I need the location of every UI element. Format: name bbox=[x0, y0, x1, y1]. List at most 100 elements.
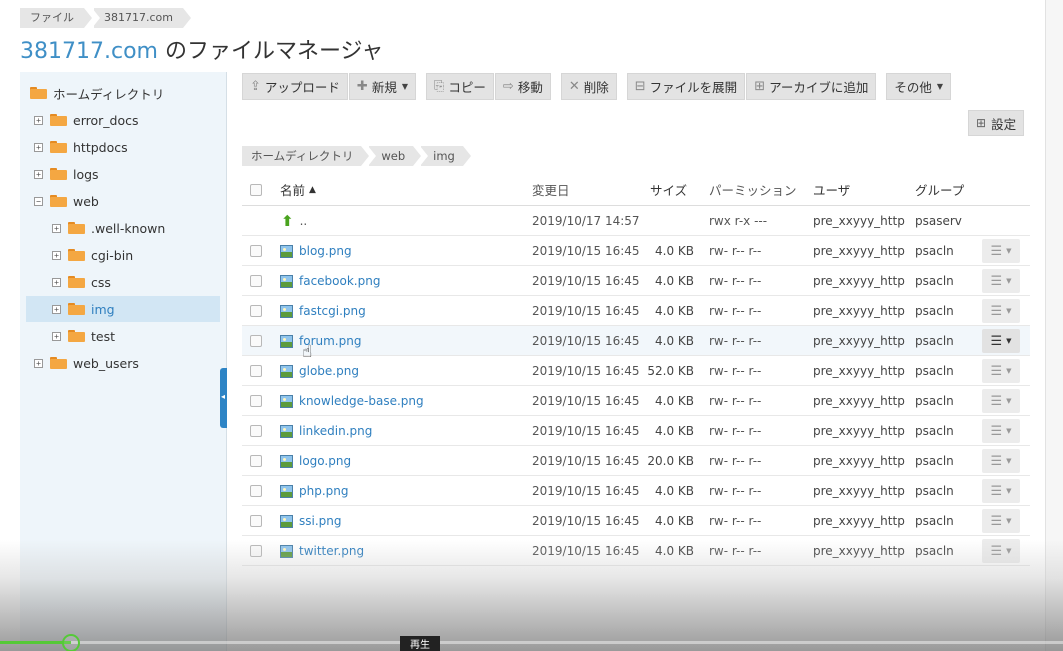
settings-button[interactable]: ⊞ 設定 bbox=[968, 110, 1025, 136]
page-title-domain[interactable]: 381717.com bbox=[20, 39, 158, 64]
row-menu-button[interactable]: ☰ ▼ bbox=[982, 539, 1020, 563]
upload-button[interactable]: ⇪ アップロード bbox=[242, 73, 348, 100]
column-size[interactable]: サイズ bbox=[650, 175, 687, 206]
tree-item-error-docs[interactable]: + error_docs bbox=[34, 107, 138, 133]
delete-button[interactable]: ✕ 削除 bbox=[560, 73, 617, 100]
file-name-link[interactable]: php.png bbox=[299, 476, 349, 506]
sidebar-collapse-handle[interactable]: ◂ bbox=[220, 368, 227, 428]
file-row[interactable]: ssi.png 2019/10/15 16:45 4.0 KB rw- r-- r--… bbox=[242, 506, 1030, 536]
file-name-link[interactable]: linkedin.png bbox=[299, 416, 372, 446]
select-all-checkbox[interactable] bbox=[250, 184, 262, 196]
tree-item-web-users[interactable]: + web_users bbox=[34, 350, 139, 376]
file-row[interactable]: facebook.png 2019/10/15 16:45 4.0 KB rw- r-… bbox=[242, 266, 1030, 296]
tree-item-css[interactable]: + css bbox=[52, 269, 111, 295]
path-home[interactable]: ホームディレクトリ bbox=[242, 146, 370, 166]
file-name-link[interactable]: twitter.png bbox=[299, 536, 364, 566]
file-row[interactable]: knowledge-base.png 2019/10/15 16:45 4.0 KB… bbox=[242, 386, 1030, 416]
column-group[interactable]: グループ bbox=[915, 175, 964, 206]
archive-button[interactable]: ⊞ アーカイブに追加 bbox=[746, 73, 877, 100]
parent-directory-row[interactable]: ⬆.. 2019/10/17 14:57 rwx r-x --- pre_xxy… bbox=[242, 206, 1030, 236]
file-row[interactable]: php.png 2019/10/15 16:45 4.0 KB rw- r-- r--… bbox=[242, 476, 1030, 506]
file-row[interactable]: blog.png 2019/10/15 16:45 4.0 KB rw- r-- r-… bbox=[242, 236, 1030, 266]
row-menu-button[interactable]: ☰ ▼ bbox=[982, 419, 1020, 443]
row-menu-button[interactable]: ☰ ▼ bbox=[982, 479, 1020, 503]
row-checkbox[interactable] bbox=[250, 305, 262, 317]
row-menu-button[interactable]: ☰ ▼ bbox=[982, 359, 1020, 383]
column-name[interactable]: 名前 ▲ bbox=[280, 175, 316, 206]
tree-item-img[interactable]: + img bbox=[26, 296, 220, 322]
copy-button[interactable]: ⎘ コピー bbox=[426, 73, 494, 100]
row-menu-button[interactable]: ☰ ▼ bbox=[982, 509, 1020, 533]
modified-date: 2019/10/15 16:45 bbox=[532, 304, 640, 318]
row-checkbox[interactable] bbox=[250, 455, 262, 467]
group: psaserv bbox=[915, 214, 962, 228]
row-menu-button[interactable]: ☰ ▼ bbox=[982, 269, 1020, 293]
file-row[interactable]: globe.png 2019/10/15 16:45 52.0 KB rw- r-- … bbox=[242, 356, 1030, 386]
row-checkbox[interactable] bbox=[250, 275, 262, 287]
column-permissions[interactable]: パーミッション bbox=[709, 175, 797, 206]
file-name-cell: forum.png bbox=[280, 326, 361, 356]
column-user[interactable]: ユーザ bbox=[813, 175, 850, 206]
expand-icon[interactable]: + bbox=[34, 169, 43, 179]
column-date[interactable]: 変更日 bbox=[532, 175, 570, 206]
video-progress-knob[interactable] bbox=[62, 634, 80, 651]
row-checkbox[interactable] bbox=[250, 395, 262, 407]
file-name-link[interactable]: logo.png bbox=[299, 446, 351, 476]
video-progress-track[interactable] bbox=[0, 641, 1063, 644]
more-button[interactable]: その他 ▼ bbox=[886, 73, 952, 100]
permissions: rw- r-- r-- bbox=[709, 544, 762, 558]
file-row[interactable]: fastcgi.png 2019/10/15 16:45 4.0 KB rw- r--… bbox=[242, 296, 1030, 326]
tree-item-web[interactable]: − web bbox=[34, 188, 99, 214]
collapse-icon[interactable]: − bbox=[34, 196, 43, 206]
tree-item-httpdocs[interactable]: + httpdocs bbox=[34, 134, 128, 160]
path-img[interactable]: img bbox=[420, 146, 471, 166]
permissions: rwx r-x --- bbox=[709, 214, 768, 228]
upload-label: アップロード bbox=[264, 80, 340, 95]
extract-button[interactable]: ⊟ ファイルを展開 bbox=[626, 73, 746, 100]
file-row[interactable]: forum.png 2019/10/15 16:45 4.0 KB rw- r-- r… bbox=[242, 326, 1030, 356]
file-name-link[interactable]: ssi.png bbox=[299, 506, 342, 536]
expand-icon[interactable]: + bbox=[52, 277, 61, 287]
row-menu-button[interactable]: ☰ ▼ bbox=[982, 389, 1020, 413]
top-breadcrumb-files[interactable]: ファイル bbox=[20, 8, 92, 28]
tree-item-wellknown[interactable]: + .well-known bbox=[52, 215, 165, 241]
expand-icon[interactable]: + bbox=[52, 331, 61, 341]
video-progress-fill bbox=[0, 641, 72, 644]
row-checkbox[interactable] bbox=[250, 425, 262, 437]
row-checkbox[interactable] bbox=[250, 515, 262, 527]
row-checkbox[interactable] bbox=[250, 365, 262, 377]
tree-item-label: img bbox=[91, 301, 115, 317]
file-row[interactable]: twitter.png 2019/10/15 16:45 4.0 KB rw- r--… bbox=[242, 536, 1030, 566]
row-checkbox[interactable] bbox=[250, 335, 262, 347]
row-checkbox[interactable] bbox=[250, 545, 262, 557]
row-menu-button[interactable]: ☰ ▼ bbox=[982, 239, 1020, 263]
path-web[interactable]: web bbox=[368, 146, 421, 166]
file-name-link[interactable]: fastcgi.png bbox=[299, 296, 366, 326]
expand-icon[interactable]: + bbox=[34, 358, 43, 368]
top-breadcrumb-domain[interactable]: 381717.com bbox=[92, 8, 191, 28]
file-name-link[interactable]: knowledge-base.png bbox=[299, 386, 424, 416]
file-row[interactable]: logo.png 2019/10/15 16:45 20.0 KB rw- r-- r… bbox=[242, 446, 1030, 476]
row-checkbox[interactable] bbox=[250, 245, 262, 257]
new-button[interactable]: ✚ 新規 ▼ bbox=[348, 73, 416, 100]
tree-item-cgibin[interactable]: + cgi-bin bbox=[52, 242, 133, 268]
expand-icon[interactable]: + bbox=[52, 250, 61, 260]
expand-icon[interactable]: + bbox=[34, 115, 43, 125]
tree-item-logs[interactable]: + logs bbox=[34, 161, 99, 187]
row-menu-button[interactable]: ☰ ▼ bbox=[982, 329, 1020, 353]
move-button[interactable]: ⇨ 移動 bbox=[494, 73, 551, 100]
tree-item-home[interactable]: ホームディレクトリ bbox=[30, 80, 164, 106]
modified-date: 2019/10/15 16:45 bbox=[532, 394, 640, 408]
expand-icon[interactable]: + bbox=[34, 142, 43, 152]
row-menu-button[interactable]: ☰ ▼ bbox=[982, 449, 1020, 473]
file-row[interactable]: linkedin.png 2019/10/15 16:45 4.0 KB rw- r-… bbox=[242, 416, 1030, 446]
chevron-down-icon: ▼ bbox=[936, 82, 944, 91]
expand-icon[interactable]: + bbox=[52, 304, 61, 314]
row-checkbox[interactable] bbox=[250, 485, 262, 497]
tree-item-test[interactable]: + test bbox=[52, 323, 115, 349]
expand-icon[interactable]: + bbox=[52, 223, 61, 233]
row-menu-button[interactable]: ☰ ▼ bbox=[982, 299, 1020, 323]
file-name-link[interactable]: facebook.png bbox=[299, 266, 380, 296]
file-name-link[interactable]: blog.png bbox=[299, 236, 352, 266]
parent-directory-link[interactable]: ⬆.. bbox=[280, 206, 307, 236]
